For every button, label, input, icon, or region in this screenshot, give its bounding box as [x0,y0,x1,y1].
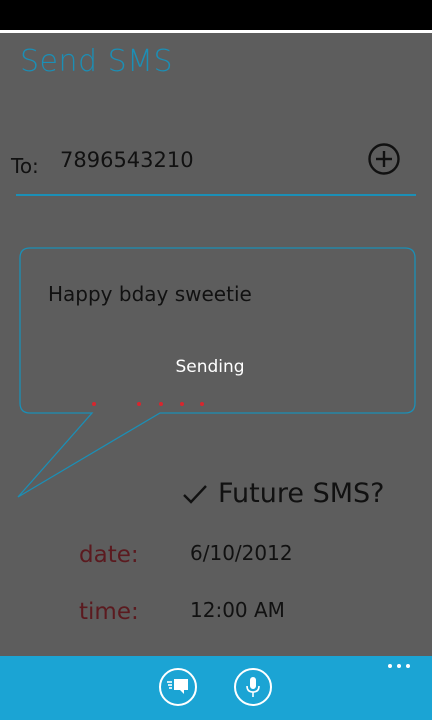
date-picker[interactable]: 6/10/2012 [190,541,293,565]
add-icon [368,143,400,175]
voice-input-button[interactable] [234,668,272,706]
sending-status: Sending [175,357,245,377]
send-button[interactable] [159,668,197,706]
app-bar [0,656,432,720]
to-label: To: [11,154,39,178]
future-sms-label: Future SMS? [218,478,385,509]
time-picker[interactable]: 12:00 AM [190,598,285,622]
microphone-icon [246,677,260,697]
status-bar [0,0,432,30]
progress-dot [200,402,204,406]
more-icon [397,664,401,668]
future-sms-checkbox[interactable]: Future SMS? [182,478,384,509]
progress-dot [92,402,96,406]
time-label: time: [79,599,139,625]
message-text[interactable]: Happy bday sweetie [48,282,252,306]
more-options-button[interactable] [388,664,410,668]
to-field-underline [16,194,416,196]
check-icon [183,484,207,504]
add-recipient-button[interactable] [368,143,400,175]
more-icon [388,664,392,668]
progress-dot [137,402,141,406]
page-title: Send SMS [20,44,174,79]
more-icon [406,664,410,668]
progress-dot [159,402,163,406]
date-label: date: [79,542,139,568]
send-icon [167,679,188,694]
status-divider [0,30,432,33]
to-field[interactable]: 7896543210 [60,148,194,172]
progress-dot [180,402,184,406]
